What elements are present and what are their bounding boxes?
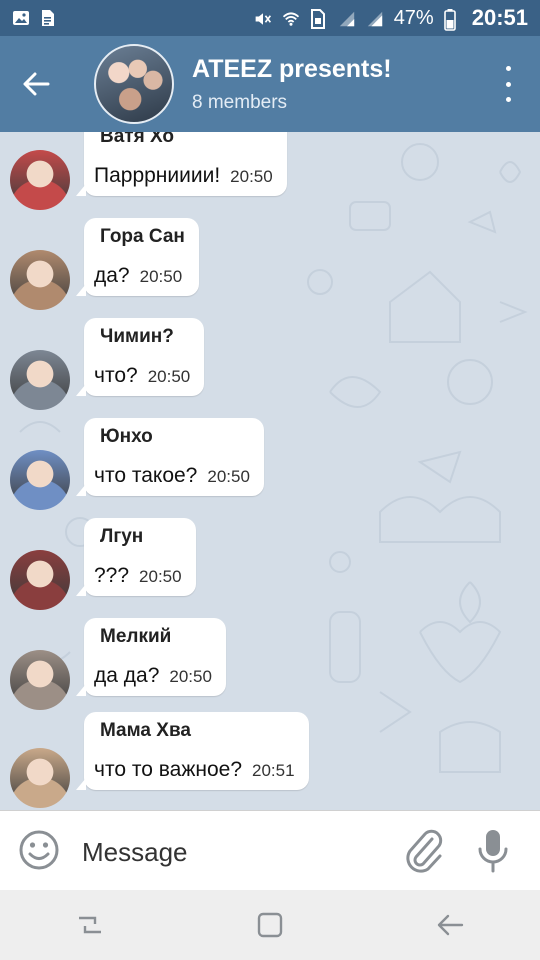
message-bubble[interactable]: Мелкий да да? 20:50 — [76, 618, 226, 696]
message-row: Гора Сан да? 20:50 — [0, 218, 540, 318]
message-bubble[interactable]: Чимин? что? 20:50 — [75, 318, 205, 396]
system-nav-bar — [0, 890, 540, 960]
message-line: да? 20:50 — [94, 264, 185, 288]
message-time: 20:50 — [230, 167, 273, 186]
message-line: что то важное? 20:51 — [94, 758, 295, 782]
sim-icon — [310, 9, 328, 29]
message-bubble[interactable]: Гора Сан да? 20:50 — [76, 218, 199, 296]
message-row: Юнхо что такое? 20:50 — [0, 418, 540, 518]
message-line: что такое? 20:50 — [94, 464, 250, 488]
message-text: что такое? — [94, 464, 198, 487]
recent-apps-button[interactable] — [60, 900, 120, 950]
emoji-button[interactable] — [18, 829, 60, 871]
message-input[interactable] — [80, 829, 384, 875]
message-text: что? — [94, 364, 138, 387]
sender-name: Лгун — [100, 526, 144, 547]
message-time: 20:50 — [147, 367, 191, 386]
message-text: да да? — [94, 664, 160, 687]
more-dot — [505, 66, 511, 71]
avatar[interactable] — [10, 650, 70, 710]
message-line: ??? 20:50 — [94, 564, 182, 588]
message-line: да да? 20:50 — [94, 664, 212, 688]
wifi-icon — [282, 9, 300, 27]
document-notification-icon — [40, 9, 58, 27]
mute-icon — [254, 9, 272, 27]
arrow-left-icon — [23, 72, 50, 96]
status-left — [12, 9, 58, 27]
member-count: 8 members — [192, 92, 288, 113]
avatar[interactable] — [10, 350, 70, 410]
battery-icon — [443, 9, 462, 31]
message-list[interactable]: Ватя Хо Парррнииии! 20:50 Гора Сан да? 2… — [0, 132, 540, 810]
avatar[interactable] — [10, 550, 70, 610]
message-text: ??? — [94, 564, 130, 587]
message-line: что? 20:50 — [94, 364, 190, 388]
message-row: Ватя Хо Парррнииии! 20:50 — [0, 132, 540, 218]
signal-icon-1 — [338, 9, 356, 27]
sender-name: Ватя Хо — [100, 132, 174, 147]
message-text: Парррнииии! — [94, 164, 221, 187]
avatar[interactable] — [10, 748, 70, 808]
message-time: 20:50 — [169, 667, 212, 686]
message-time: 20:50 — [139, 267, 183, 286]
back-arrow-icon — [437, 914, 464, 936]
back-nav-button[interactable] — [420, 900, 480, 950]
paperclip-icon — [406, 829, 443, 873]
sender-name: Мама Хва — [100, 720, 191, 741]
voice-record-button[interactable] — [474, 827, 512, 875]
sender-name: Юнхо — [100, 426, 153, 447]
microphone-icon — [478, 830, 508, 873]
back-button[interactable] — [0, 36, 72, 132]
message-time: 20:51 — [252, 761, 295, 780]
message-time: 20:50 — [139, 567, 182, 586]
message-composer — [0, 810, 540, 890]
smiley-icon — [19, 830, 59, 870]
message-bubble[interactable]: Мама Хва что то важное? 20:51 — [76, 712, 309, 790]
more-dot — [505, 81, 511, 87]
message-text: да? — [94, 264, 130, 287]
group-avatar[interactable] — [94, 44, 174, 124]
message-time: 20:50 — [207, 467, 250, 486]
chat-title-block[interactable]: ATEEZ presents! 8 members — [192, 54, 392, 114]
message-bubble[interactable]: Юнхо что такое? 20:50 — [76, 418, 264, 496]
message-bubble[interactable]: Лгун ??? 20:50 — [76, 518, 196, 596]
more-options-button[interactable] — [496, 66, 520, 102]
home-button[interactable] — [240, 900, 300, 950]
chat-title: ATEEZ presents! — [192, 55, 392, 83]
more-dot — [505, 97, 511, 102]
signal-icon-2 — [366, 9, 384, 27]
status-bar: 47% 20:51 — [0, 0, 540, 36]
avatar[interactable] — [10, 250, 70, 310]
attach-button[interactable] — [402, 827, 444, 873]
sender-name: Мелкий — [100, 626, 172, 647]
status-clock: 20:51 — [471, 5, 528, 30]
message-row: Лгун ??? 20:50 — [0, 518, 540, 618]
message-row: Чимин? что? 20:50 — [0, 318, 540, 418]
battery-percent: 47% — [393, 6, 434, 29]
gallery-notification-icon — [12, 9, 30, 27]
avatar[interactable] — [10, 150, 70, 210]
home-icon — [257, 912, 283, 938]
sender-name: Гора Сан — [100, 226, 185, 247]
sender-name: Чимин? — [100, 326, 174, 347]
message-bubble[interactable]: Ватя Хо Парррнииии! 20:50 — [76, 132, 287, 196]
chat-header: ATEEZ presents! 8 members — [0, 36, 540, 132]
message-line: Парррнииии! 20:50 — [94, 164, 273, 188]
message-text: что то важное? — [94, 758, 243, 781]
recent-apps-icon — [79, 916, 101, 934]
message-row: Мелкий да да? 20:50 — [0, 618, 540, 718]
status-right: 47% 20:51 — [254, 5, 528, 31]
message-row: Мама Хва что то важное? 20:51 — [0, 712, 540, 810]
avatar[interactable] — [10, 450, 70, 510]
